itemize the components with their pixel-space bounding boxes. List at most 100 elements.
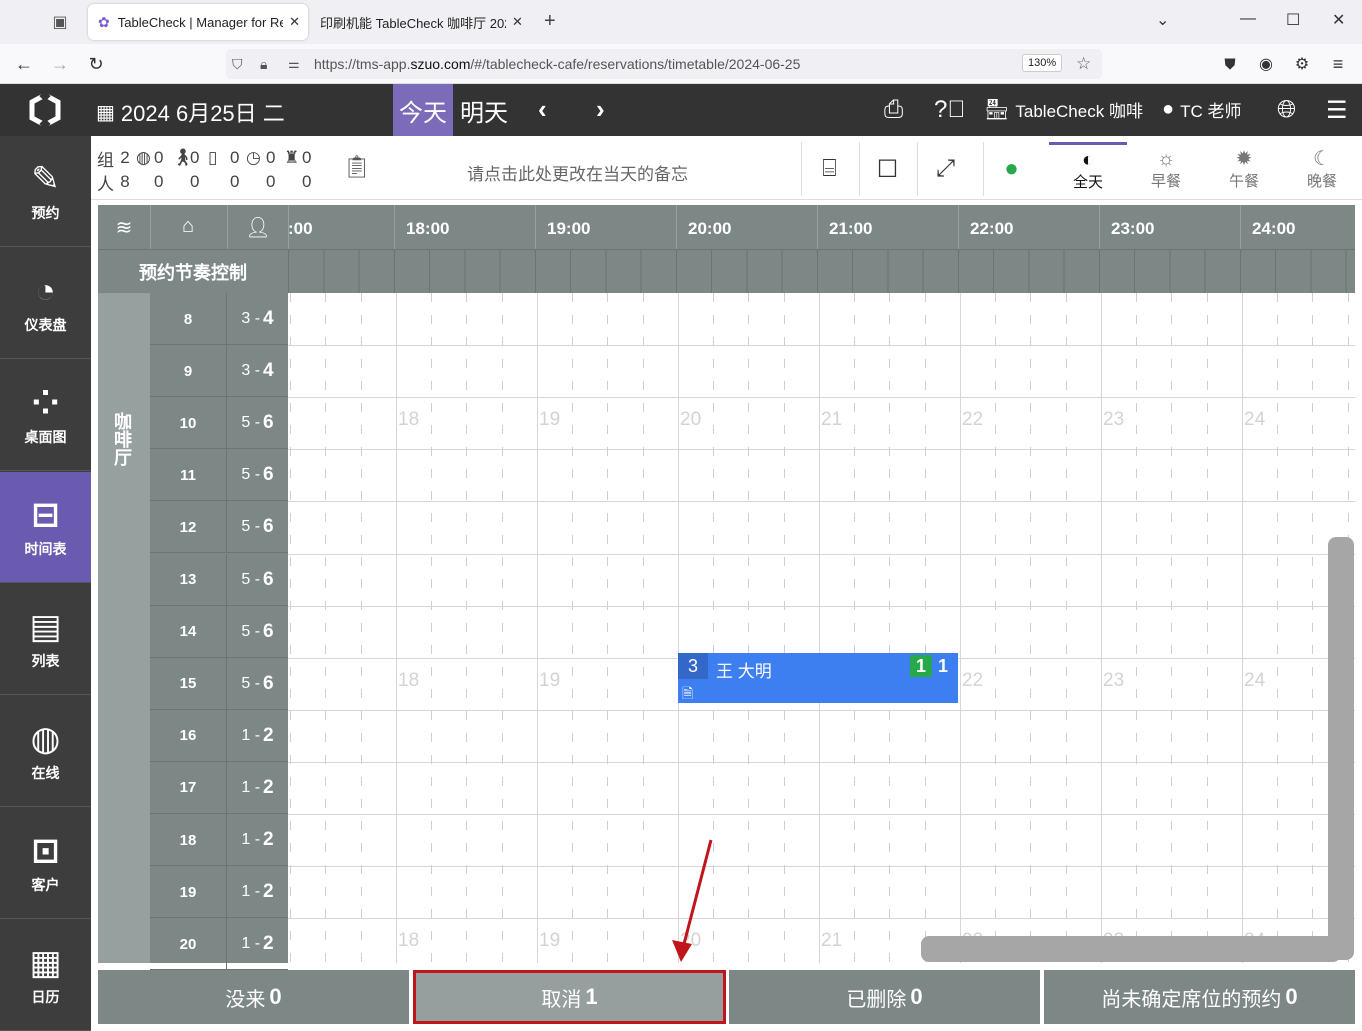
url-bar[interactable]: ⛉ 🔒︎ ⚌ https://tms-app.szuo.com/#/tablec…	[226, 49, 1102, 79]
table-row[interactable]: 9 3 -4	[150, 345, 288, 398]
user-menu[interactable]: ● TC 老师	[1162, 97, 1241, 122]
tomorrow-button[interactable]: 明天	[460, 84, 508, 136]
table-capacity: 1 -2	[241, 829, 274, 850]
permissions-icon[interactable]: ⚌	[288, 56, 300, 72]
sidebar-item-floor-plan[interactable]: ⁘ 桌面图	[0, 360, 91, 471]
ghost-hour-label: 18	[398, 670, 420, 691]
reservation-block[interactable]: 3 王 大明 1 1 🗎	[678, 653, 958, 703]
ghost-hour-label: 24	[1244, 670, 1266, 691]
window-close-icon[interactable]: ✕	[1332, 10, 1345, 30]
lock-icon[interactable]: 🔒︎	[260, 56, 267, 73]
sidebar-item-reservation[interactable]: ✎ 预约	[0, 136, 91, 247]
reservation-counts: 组 2 ◍ 0 🚶︎ 0 ▯ 0 ◷ 0 ♜ 0 人 8 0 0 0 0 0	[97, 148, 312, 194]
table-row[interactable]: 17 1 -2	[150, 761, 288, 814]
shield-icon[interactable]: ⛉	[232, 56, 243, 73]
sidebar-item-calendar[interactable]: ▦ 日历	[0, 920, 91, 1031]
table-row[interactable]: 14 5 -6	[150, 605, 288, 658]
bookmark-star-icon[interactable]: ☆	[1076, 54, 1091, 74]
edit-icon: ✎	[31, 160, 60, 198]
horizontal-scrollbar[interactable]	[921, 936, 1341, 962]
sidebar-item-dashboard[interactable]: ◔ 仪表盘	[0, 248, 91, 359]
daily-memo[interactable]: 请点击此处更改在当天的备忘	[467, 160, 688, 185]
table-capacity: 5 -6	[241, 412, 274, 434]
menu-icon[interactable]: ☰	[1326, 96, 1348, 125]
date-picker[interactable]: ▦ 2024 6月25日 二	[96, 96, 285, 128]
hour-label: 21:00	[829, 219, 873, 238]
memo-icon[interactable]: 📋︎	[343, 154, 371, 180]
online-globe-icon[interactable]: ●	[983, 142, 1039, 196]
table-capacity: 1 -2	[241, 724, 274, 746]
unassigned-seat-tab[interactable]: 尚未确定席位的预约 0	[1044, 970, 1355, 1024]
browser-tab-active[interactable]: ✿ TableCheck | Manager for Rest ✕	[88, 4, 308, 40]
store-icon: 🏪︎	[984, 99, 1010, 121]
table-row[interactable]: 13 5 -6	[150, 553, 288, 606]
browser-tab[interactable]: 印刷机能 TableCheck 咖啡厅 2024- ✕	[312, 4, 532, 40]
table-capacity: 3 -4	[241, 360, 274, 382]
tablecheck-logo-icon[interactable]	[22, 92, 68, 128]
table-row[interactable]: 15 5 -6	[150, 657, 288, 710]
pace-control-label[interactable]: 预约节奏控制	[98, 250, 288, 294]
ghost-hour-label: 19	[539, 670, 561, 691]
store-selector[interactable]: 🏪︎ TableCheck 咖啡	[984, 97, 1143, 122]
layers-icon[interactable]: ≋	[94, 215, 154, 240]
table-row[interactable]: 19 1 -2	[150, 866, 288, 919]
reload-icon[interactable]: ↻	[84, 52, 108, 76]
print-icon[interactable]: ⎙	[884, 96, 903, 124]
table-row[interactable]: 10 5 -6	[150, 397, 288, 450]
back-icon[interactable]: ←	[12, 52, 36, 76]
today-button[interactable]: 今天	[393, 84, 453, 136]
table-row[interactable]: 16 1 -2	[150, 709, 288, 762]
next-day-icon[interactable]: ›	[596, 94, 605, 125]
hour-label: 20:00	[688, 219, 732, 238]
sidebar-item-online[interactable]: ◍ 在线	[0, 696, 91, 807]
table-capacity: 5 -6	[241, 464, 274, 486]
url-text[interactable]: https://tms-app.szuo.com/#/tablecheck-ca…	[314, 56, 800, 72]
account-icon[interactable]: ◉	[1254, 52, 1278, 76]
deleted-tab[interactable]: 已删除 0	[729, 970, 1040, 1024]
status-badge: 1	[932, 655, 954, 677]
table-row[interactable]: 18 1 -2	[150, 814, 288, 866]
sidebar-item-timetable[interactable]: ⊟ 时间表	[0, 472, 91, 583]
cancelled-tab[interactable]: 取消 1	[413, 970, 726, 1024]
new-tab-icon[interactable]: +	[544, 10, 556, 33]
meal-filter-all-day[interactable]: ◐ 全天	[1049, 142, 1127, 196]
maximize-icon[interactable]: ☐	[1286, 10, 1300, 30]
close-tab-icon[interactable]: ✕	[289, 14, 300, 30]
square-icon[interactable]: ☐	[859, 142, 915, 196]
table-capacity: 5 -6	[241, 620, 274, 642]
vertical-scrollbar[interactable]	[1328, 537, 1354, 960]
table-number: 14	[150, 605, 227, 658]
sidebar-item-list[interactable]: ▤ 列表	[0, 584, 91, 695]
timetable-grid[interactable]: 1819202122232418192021222324181920212223…	[288, 293, 1355, 963]
table-row[interactable]: 20 1 -2	[150, 918, 288, 971]
area-icon[interactable]: ⌂	[158, 215, 218, 238]
forward-icon[interactable]: →	[48, 52, 72, 76]
close-tab-icon[interactable]: ✕	[512, 14, 523, 30]
pace-control-cells[interactable]	[288, 250, 1355, 294]
extensions-icon[interactable]: ⚙	[1290, 52, 1314, 76]
no-show-tab[interactable]: 没来 0	[98, 970, 409, 1024]
table-row[interactable]: 8 3 -4	[150, 293, 288, 345]
walkin-icon: 🚶︎	[172, 148, 194, 167]
help-icon[interactable]: ?⃝	[934, 96, 965, 124]
pocket-icon[interactable]: ⛊	[1218, 52, 1242, 76]
sidebar-item-customers[interactable]: ⊡ 客户	[0, 808, 91, 919]
expand-icon[interactable]: ⤢	[917, 142, 973, 196]
meal-filter-lunch[interactable]: ✹ 午餐	[1205, 142, 1283, 196]
meal-filter-breakfast[interactable]: ☼ 早餐	[1127, 142, 1205, 196]
presentation-icon[interactable]: ⌸	[801, 142, 857, 196]
table-row[interactable]: 11 5 -6	[150, 449, 288, 502]
ghost-hour-label: 21	[821, 409, 843, 430]
tab-overflow-icon[interactable]: ⌄	[1156, 10, 1169, 30]
table-row[interactable]: 12 5 -6	[150, 501, 288, 554]
floor-plan-icon: ⁘	[31, 384, 60, 422]
browser-menu-icon[interactable]: ≡	[1326, 52, 1350, 76]
zoom-level[interactable]: 130%	[1022, 54, 1063, 72]
prev-day-icon[interactable]: ‹	[538, 94, 547, 125]
person-icon[interactable]: 👤︎	[228, 215, 288, 240]
table-number: 8	[150, 293, 227, 345]
minimize-icon[interactable]: —	[1240, 10, 1256, 28]
language-globe-icon[interactable]: 🌐︎	[1277, 96, 1296, 124]
meal-filter-dinner[interactable]: ☾ 晚餐	[1283, 142, 1361, 196]
tab-list-icon[interactable]: ▣	[48, 10, 72, 34]
